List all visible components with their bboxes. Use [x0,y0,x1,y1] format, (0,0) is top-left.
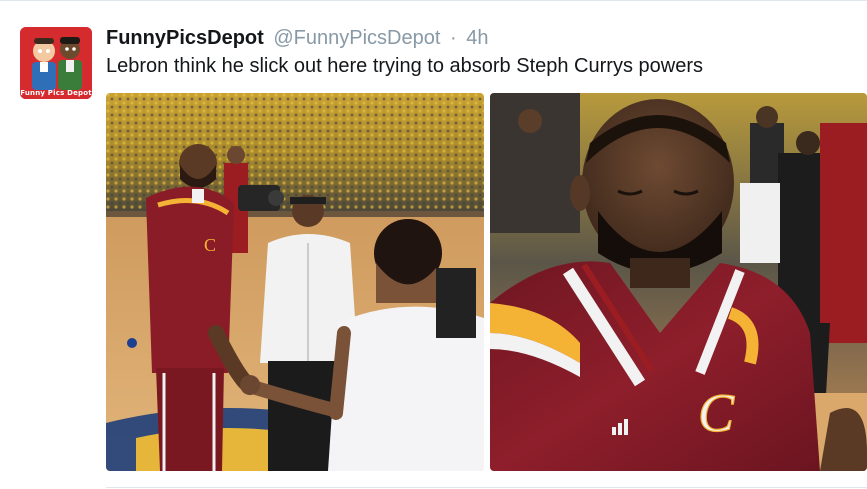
card-divider [106,487,867,488]
handshake-photo[interactable]: C [106,93,484,471]
tweet-card[interactable]: Funny Pics Depot FunnyPicsDepot @FunnyPi… [0,0,867,489]
jersey-letter-right: C [698,383,735,443]
user-handle[interactable]: @FunnyPicsDepot [273,27,440,49]
lebron-closeup-photo[interactable]: C [490,93,867,471]
lebron-closeup-photo-image: C [490,93,867,471]
display-name[interactable]: FunnyPicsDepot [106,27,264,49]
avatar-label: Funny Pics Depot [20,89,92,97]
separator-dot: · [449,27,457,49]
handshake-photo-image: C [106,93,484,471]
profile-avatar[interactable]: Funny Pics Depot [20,27,92,99]
tweet-text: Lebron think he slick out here trying to… [106,55,703,77]
tweet-header: FunnyPicsDepot @FunnyPicsDepot · 4h [106,25,488,51]
jersey-letter-left: C [204,235,216,255]
tweet-timestamp[interactable]: 4h [466,27,488,49]
